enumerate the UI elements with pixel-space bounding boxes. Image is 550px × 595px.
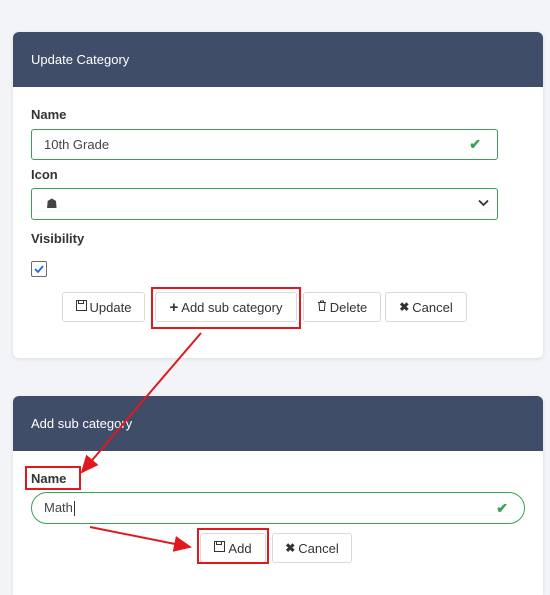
arrow-to-name-label [80,332,202,474]
annotation-arrows [80,332,202,552]
arrow-to-add-button [89,526,192,552]
